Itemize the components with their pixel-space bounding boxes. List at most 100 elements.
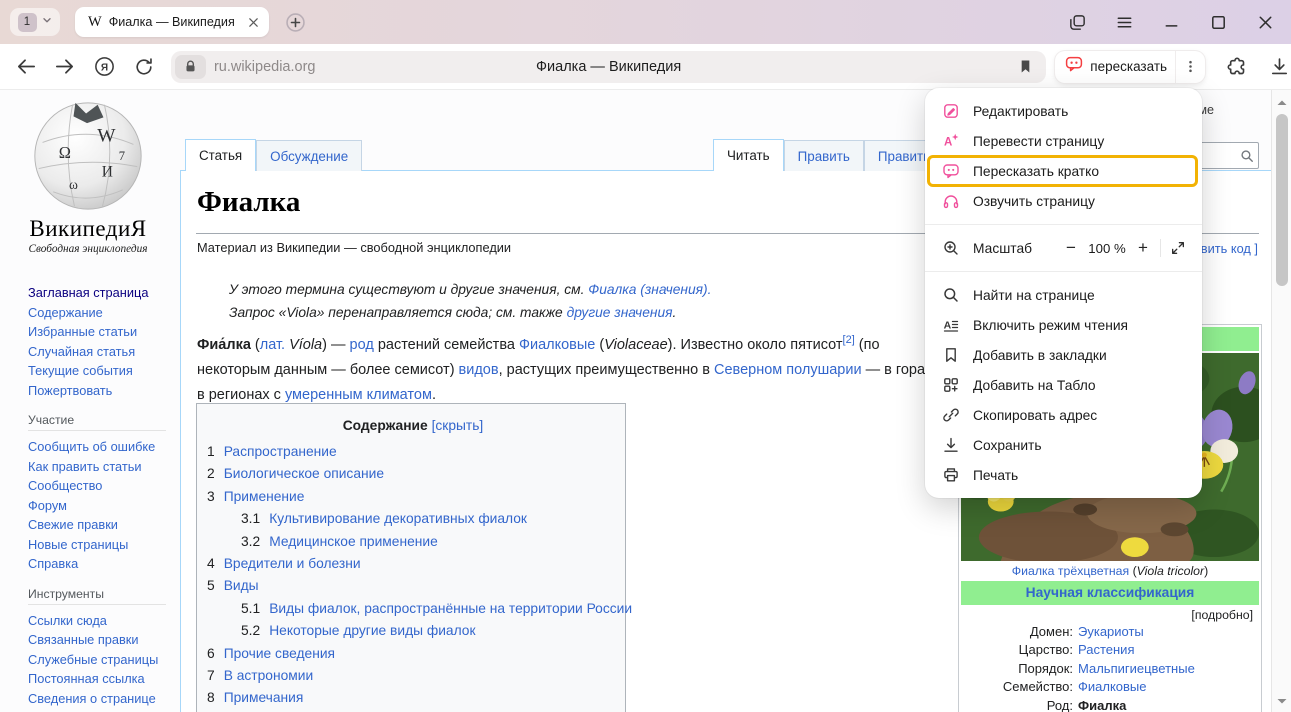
minimize-icon[interactable] [1161, 12, 1181, 32]
toc-hide-link[interactable]: [скрыть] [432, 418, 484, 433]
menu-item[interactable]: Пересказать кратко [925, 156, 1202, 186]
taxonomy-value[interactable]: Фиалковые [1078, 678, 1147, 696]
retell-button[interactable]: пересказать [1055, 51, 1205, 83]
sidebar-link[interactable]: Сообщество [28, 478, 102, 493]
sidebar-link[interactable]: Пожертвовать [28, 383, 112, 398]
scroll-up-icon[interactable] [1276, 96, 1288, 108]
sidebar-link[interactable]: Связанные правки [28, 632, 139, 647]
wikipedia-logo[interactable]: W Ω И ω 7 [30, 98, 146, 219]
new-tab-button[interactable] [282, 9, 308, 35]
sidebar-link[interactable]: Служебные страницы [28, 652, 158, 667]
sidebar-link[interactable]: Постоянная ссылка [28, 671, 145, 686]
sidebar-link[interactable]: Как править статьи [28, 459, 142, 474]
menu-item[interactable]: Печать [925, 460, 1202, 490]
tab-panels-icon[interactable] [1067, 12, 1087, 32]
sidebar-link[interactable]: Новые страницы [28, 537, 128, 552]
zoom-out-button[interactable]: − [1059, 238, 1083, 258]
toc-link[interactable]: В астрономии [224, 665, 313, 687]
toc-number: 4 [207, 553, 215, 575]
menu-item[interactable]: Озвучить страницу [925, 186, 1202, 216]
toc-number: 5 [207, 575, 215, 597]
sidebar-link[interactable]: Сообщить об ошибке [28, 439, 155, 454]
toc-link[interactable]: Применение [224, 486, 305, 508]
menu-item[interactable]: Редактировать [925, 96, 1202, 126]
taxonomy-value[interactable]: Фиалка [1078, 697, 1126, 712]
retell-more-icon[interactable] [1175, 51, 1205, 83]
back-icon[interactable] [15, 55, 39, 79]
toc-number: 2 [207, 463, 215, 485]
menu-item[interactable]: A Включить режим чтения [925, 310, 1202, 340]
toc-row: 6 Прочие сведения [207, 643, 619, 665]
search-icon[interactable] [1236, 149, 1258, 163]
menu-item[interactable]: Сохранить [925, 430, 1202, 460]
scroll-down-icon[interactable] [1276, 694, 1288, 706]
forward-icon[interactable] [53, 55, 77, 79]
bookmark-flag-icon[interactable] [1017, 58, 1034, 80]
toc-link[interactable]: Культивирование декоративных фиалок [269, 508, 527, 530]
view-tab[interactable]: Читать [713, 139, 784, 171]
sidebar-link[interactable]: Форум [28, 498, 67, 513]
toc-link[interactable]: Прочие сведения [224, 643, 335, 665]
toc-link[interactable]: Биологическое описание [224, 463, 384, 485]
yandex-services-icon[interactable]: Я [93, 55, 117, 79]
lock-icon[interactable] [175, 55, 206, 79]
article-tab[interactable]: Обсуждение [256, 140, 362, 171]
menu-item[interactable]: A Перевести страницу [925, 126, 1202, 156]
taxonomy-value[interactable]: Эукариоты [1078, 623, 1144, 641]
browser-menu-icon[interactable] [1114, 12, 1134, 32]
sidebar-navigation: Заглавная страница Содержание Избранные ст… [28, 283, 176, 708]
toc-link[interactable]: Вредители и болезни [224, 553, 361, 575]
menu-item[interactable]: Добавить на Табло [925, 370, 1202, 400]
details-link[interactable]: [подробно] [961, 605, 1259, 623]
scrollbar-thumb[interactable] [1276, 114, 1288, 286]
classification-header[interactable]: Научная классификация [961, 581, 1259, 605]
zoom-in-button[interactable]: + [1131, 238, 1155, 258]
wikipedia-sidebar: W Ω И ω 7 ВикипедиЯ Свободная энциклопед… [0, 90, 180, 712]
sidebar-item: Содержание [28, 303, 176, 323]
maximize-icon[interactable] [1208, 12, 1228, 32]
menu-item[interactable]: Добавить в закладки [925, 340, 1202, 370]
toc-link[interactable]: Распространение [224, 441, 337, 463]
sidebar-link[interactable]: Свежие правки [28, 517, 118, 532]
save-icon [941, 436, 960, 455]
menu-item[interactable]: Скопировать адрес [925, 400, 1202, 430]
lead-paragraph: Фиа́лка (лат. Víola) — род растений семе… [197, 328, 955, 408]
tab-counter[interactable]: 1 [10, 8, 60, 36]
browser-tab[interactable]: W Фиалка — Википедия [75, 7, 269, 37]
sidebar-link[interactable]: Ссылки сюда [28, 613, 107, 628]
sidebar-item: Постоянная ссылка [28, 669, 176, 689]
sidebar-link[interactable]: Справка [28, 556, 78, 571]
menu-item[interactable]: Найти на странице [925, 280, 1202, 310]
copy-link-icon [941, 406, 960, 425]
sidebar-link[interactable]: Сведения о странице [28, 691, 156, 706]
taxonomy-value[interactable]: Растения [1078, 641, 1135, 659]
page-scrollbar[interactable] [1271, 90, 1291, 712]
reload-icon[interactable] [132, 55, 156, 79]
sidebar-section-title: Инструменты [28, 587, 166, 605]
downloads-icon[interactable] [1267, 55, 1291, 79]
toc-link[interactable]: Медицинское применение [269, 531, 438, 553]
divider [1160, 239, 1161, 257]
sidebar-link[interactable]: Случайная статья [28, 344, 135, 359]
toc-link[interactable]: Некоторые другие виды фиалок [269, 620, 475, 642]
toc-title: Содержание [343, 418, 428, 433]
extensions-icon[interactable] [1224, 55, 1248, 79]
close-window-icon[interactable] [1255, 12, 1275, 32]
translate-icon: A [941, 132, 960, 151]
sidebar-link[interactable]: Заглавная страница [28, 285, 148, 300]
sidebar-link[interactable]: Текущие события [28, 363, 133, 378]
toc-link[interactable]: Примечания [224, 687, 304, 709]
sidebar-link[interactable]: Содержание [28, 305, 103, 320]
toc-link[interactable]: Виды [224, 575, 259, 597]
fullscreen-icon[interactable] [1168, 238, 1188, 258]
article-tab[interactable]: Статья [185, 139, 256, 171]
taxonomy-value[interactable]: Мальпигиецветные [1078, 660, 1195, 678]
tab-count: 1 [18, 13, 37, 32]
sidebar-item: Пожертвовать [28, 381, 176, 401]
svg-text:ω: ω [69, 177, 78, 192]
sidebar-link[interactable]: Избранные статьи [28, 324, 137, 339]
close-tab-icon[interactable] [245, 14, 261, 30]
address-bar[interactable]: ru.wikipedia.org Фиалка — Википедия [171, 51, 1046, 83]
toc-link[interactable]: Виды фиалок, распространённые на террито… [269, 598, 632, 620]
view-tab[interactable]: Править [784, 140, 864, 171]
